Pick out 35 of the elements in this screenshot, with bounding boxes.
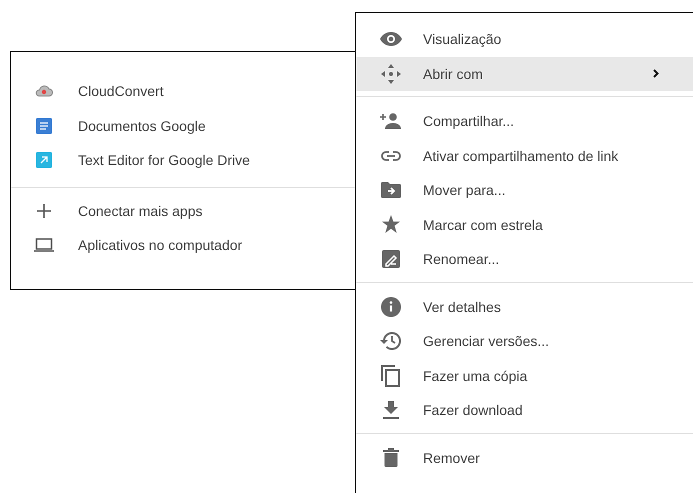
- menu-item[interactable]: Ver detalhes: [356, 290, 693, 324]
- menu-item[interactable]: CloudConvert: [78, 83, 164, 100]
- download-icon: [383, 401, 399, 420]
- menu-item[interactable]: Fazer uma cópia: [356, 358, 693, 393]
- menu-item[interactable]: Renomear...: [356, 242, 693, 276]
- menu-item[interactable]: Fazer download: [356, 393, 693, 428]
- menu-item[interactable]: Marcar com estrela: [356, 208, 693, 242]
- menu-item[interactable]: Remover: [356, 440, 693, 475]
- menu-item[interactable]: Ativar compartilhamento de link: [356, 138, 693, 173]
- menu-item[interactable]: Text Editor for Google Drive: [78, 152, 250, 168]
- menu-item[interactable]: Mover para...: [356, 173, 693, 208]
- info-icon: [381, 296, 401, 317]
- chevron-right-icon: [653, 69, 659, 78]
- laptop-icon: [34, 238, 54, 252]
- move-arrows-icon: [381, 64, 401, 84]
- menu-item[interactable]: Conectar mais apps: [78, 202, 203, 219]
- eye-icon: [380, 32, 402, 46]
- star-icon: [381, 215, 401, 234]
- menu-item[interactable]: Visualização: [356, 22, 693, 56]
- copy-icon: [381, 364, 401, 387]
- trash-icon: [383, 448, 399, 468]
- menu-item[interactable]: Documentos Google: [78, 118, 206, 134]
- cloud-icon: [35, 85, 53, 98]
- menu-item[interactable]: Abrir com: [356, 56, 693, 91]
- pencil-icon: [382, 250, 400, 268]
- link-icon: [381, 150, 401, 161]
- menu-item[interactable]: Compartilhar...: [356, 104, 693, 138]
- history-icon: [380, 331, 402, 352]
- document-icon: [36, 118, 52, 134]
- menu-item[interactable]: Gerenciar versões...: [356, 324, 693, 358]
- plus-icon: [37, 204, 51, 218]
- folder-icon: [381, 182, 401, 198]
- editor-icon: [36, 152, 52, 168]
- person-add-icon: [380, 113, 402, 130]
- menu-item[interactable]: Aplicativos no computador: [78, 237, 242, 254]
